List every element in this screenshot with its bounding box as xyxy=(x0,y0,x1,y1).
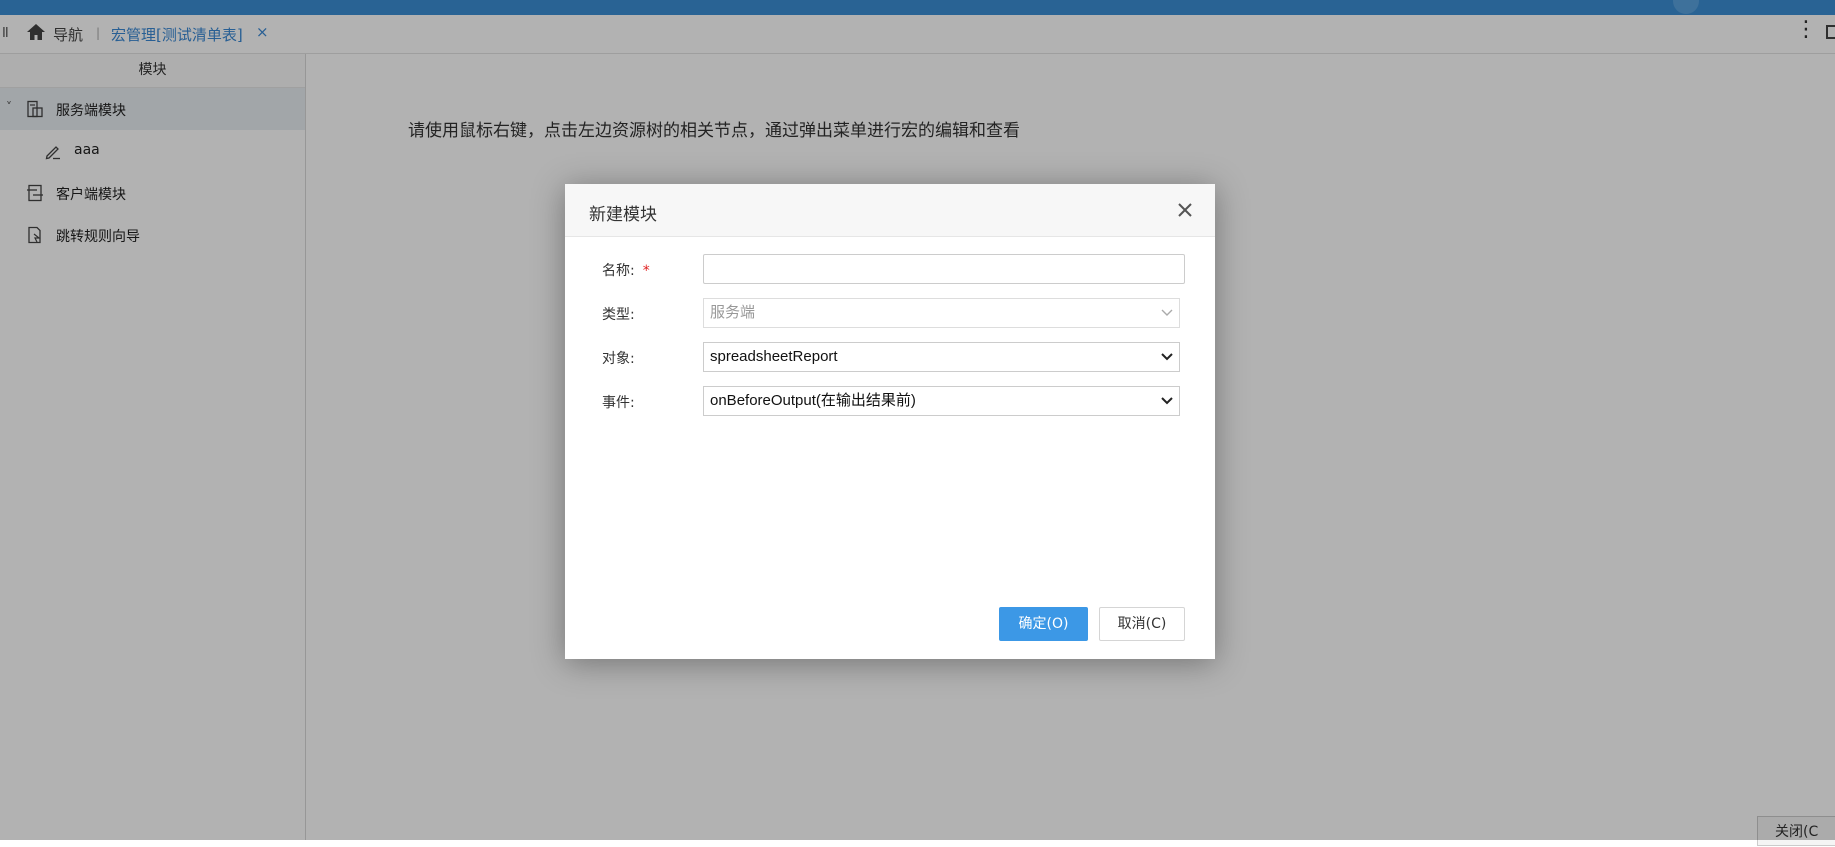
object-label: 对象: xyxy=(602,351,635,367)
event-label: 事件: xyxy=(602,395,635,411)
type-label: 类型: xyxy=(602,307,635,323)
event-select[interactable]: onBeforeOutput(在输出结果前) xyxy=(703,386,1180,416)
dialog-header: 新建模块 xyxy=(565,184,1215,237)
cancel-button[interactable]: 取消(C) xyxy=(1099,607,1185,641)
type-select: 服务端 xyxy=(703,298,1180,328)
confirm-button[interactable]: 确定(O) xyxy=(999,607,1088,641)
name-label: 名称: * xyxy=(602,263,650,279)
close-icon[interactable] xyxy=(1173,198,1197,222)
new-module-dialog: 新建模块 名称: * 类型: 服务端 对象: spreadsheetReport … xyxy=(565,184,1215,659)
chevron-down-icon xyxy=(1161,353,1173,361)
object-select[interactable]: spreadsheetReport xyxy=(703,342,1180,372)
name-input[interactable] xyxy=(703,254,1185,284)
required-marker: * xyxy=(642,263,650,279)
chevron-down-icon xyxy=(1161,309,1173,316)
chevron-down-icon xyxy=(1161,397,1173,405)
dialog-title: 新建模块 xyxy=(589,205,657,225)
